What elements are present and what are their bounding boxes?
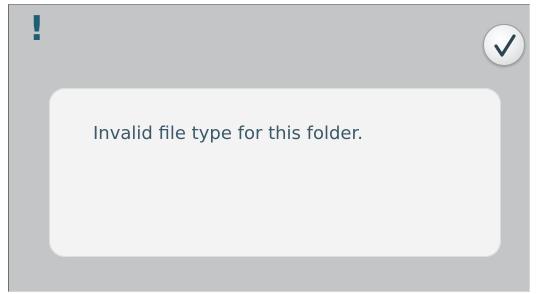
confirm-button[interactable] <box>483 24 525 66</box>
alert-icon: ! <box>29 9 45 49</box>
alert-dialog: ! Invalid file type for this folder. <box>8 4 530 292</box>
error-message: Invalid file type for this folder. <box>93 123 363 144</box>
checkmark-icon <box>494 34 516 57</box>
message-panel: Invalid file type for this folder. <box>49 88 501 257</box>
